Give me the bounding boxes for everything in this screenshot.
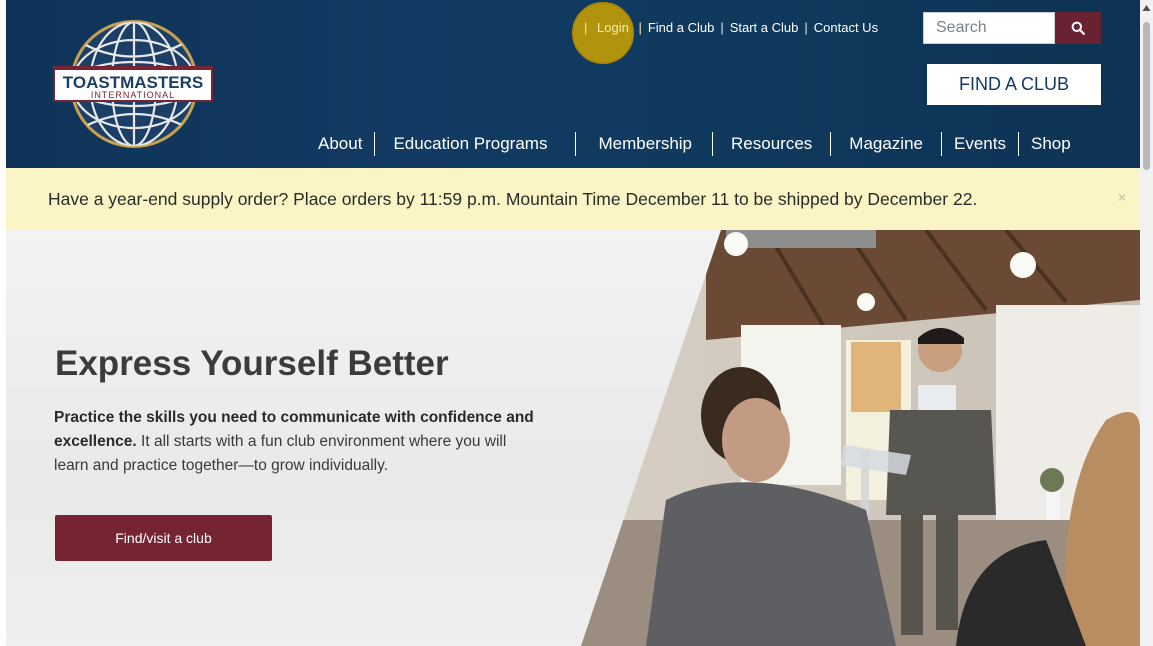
close-icon[interactable]: × — [1118, 189, 1126, 205]
nav-shop[interactable]: Shop — [1019, 134, 1083, 154]
scrollbar[interactable] — [1140, 0, 1153, 646]
search-box — [923, 12, 1101, 44]
contact-us-link[interactable]: Contact Us — [814, 20, 878, 35]
nav-resources[interactable]: Resources — [713, 134, 830, 154]
announcement-banner: Have a year-end supply order? Place orde… — [6, 168, 1140, 230]
utility-separator: | — [804, 19, 808, 35]
utility-separator: | — [638, 19, 642, 35]
logo-subtitle: INTERNATIONAL — [91, 90, 175, 100]
find-a-club-button[interactable]: FIND A CLUB — [927, 64, 1101, 105]
utility-separator: | — [720, 19, 724, 35]
hero-description: Practice the skills you need to communic… — [54, 406, 534, 478]
announcement-text: Have a year-end supply order? Place orde… — [48, 189, 978, 209]
utility-nav: | Login | Find a Club | Start a Club | C… — [572, 1, 878, 64]
toastmasters-logo[interactable]: TOASTMASTERS INTERNATIONAL — [50, 12, 216, 152]
site-header: TOASTMASTERS INTERNATIONAL | Login | Fin… — [6, 0, 1140, 168]
nav-about[interactable]: About — [306, 134, 374, 154]
nav-membership[interactable]: Membership — [576, 134, 712, 154]
nav-education-programs[interactable]: Education Programs — [375, 134, 575, 154]
login-link-wrap[interactable]: | Login | — [572, 1, 648, 64]
login-link[interactable]: Login — [597, 20, 629, 35]
search-icon — [1071, 21, 1085, 35]
search-input[interactable] — [923, 12, 1055, 44]
main-nav: About Education Programs Membership Reso… — [306, 132, 1083, 156]
find-a-club-link[interactable]: Find a Club — [648, 20, 714, 35]
find-visit-club-button[interactable]: Find/visit a club — [55, 515, 272, 561]
nav-events[interactable]: Events — [942, 134, 1018, 154]
search-button[interactable] — [1055, 12, 1101, 44]
scrollbar-thumb[interactable] — [1143, 22, 1150, 170]
scroll-up-arrow-icon[interactable] — [1142, 4, 1151, 13]
hero-title: Express Yourself Better — [55, 344, 449, 383]
start-a-club-link[interactable]: Start a Club — [730, 20, 799, 35]
hero-section: Express Yourself Better Practice the ski… — [6, 230, 1140, 646]
nav-magazine[interactable]: Magazine — [831, 134, 941, 154]
utility-separator: | — [584, 19, 588, 35]
